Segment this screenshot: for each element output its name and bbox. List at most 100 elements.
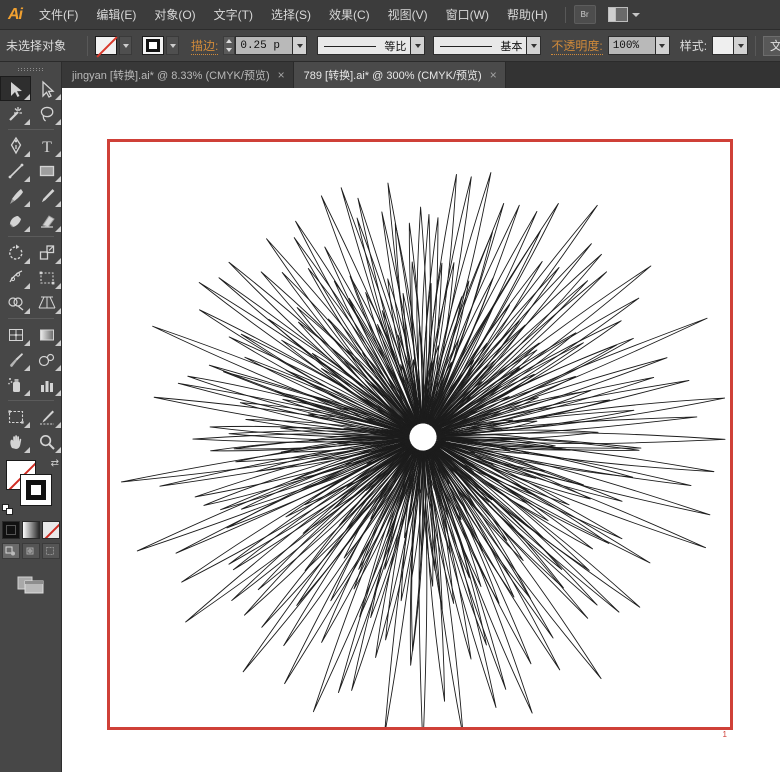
stroke-weight-stepper[interactable] <box>223 36 235 55</box>
width-tool[interactable] <box>0 265 31 290</box>
tool-flyout-indicator-icon[interactable] <box>55 340 61 346</box>
tool-flyout-indicator-icon[interactable] <box>24 340 30 346</box>
opacity-input[interactable]: 100% <box>608 36 656 55</box>
tools-panel-grip[interactable] <box>0 62 61 76</box>
tool-flyout-indicator-icon[interactable] <box>24 422 30 428</box>
scale-tool[interactable] <box>31 240 62 265</box>
eyedropper-tool[interactable] <box>0 347 31 372</box>
gradient-tool[interactable] <box>31 322 62 347</box>
tool-flyout-indicator-icon[interactable] <box>55 201 61 207</box>
magic-wand-tool[interactable] <box>0 101 31 126</box>
menu-select[interactable]: 选择(S) <box>262 0 320 30</box>
tool-flyout-indicator-icon[interactable] <box>55 283 61 289</box>
tool-flyout-indicator-icon[interactable] <box>55 119 61 125</box>
type-tool[interactable]: T <box>31 133 62 158</box>
tool-flyout-indicator-icon[interactable] <box>55 226 61 232</box>
draw-normal-button[interactable] <box>2 543 20 559</box>
column-graph-tool[interactable] <box>31 372 62 397</box>
document-setup-button[interactable]: 文档 <box>763 36 780 56</box>
menu-help[interactable]: 帮助(H) <box>498 0 557 30</box>
menu-object[interactable]: 对象(O) <box>145 0 204 30</box>
close-icon[interactable]: × <box>278 69 285 81</box>
stroke-weight-label[interactable]: 描边: <box>191 37 218 55</box>
menu-view[interactable]: 视图(V) <box>379 0 437 30</box>
fill-swatch-group[interactable] <box>95 36 132 55</box>
variable-width-profile-select[interactable]: 等比 <box>317 36 411 55</box>
tool-stroke-swatch[interactable] <box>20 474 52 506</box>
tool-flyout-indicator-icon[interactable] <box>55 365 61 371</box>
artboard[interactable]: 1 <box>107 139 733 730</box>
color-button[interactable] <box>2 521 20 539</box>
tool-flyout-indicator-icon[interactable] <box>55 447 61 453</box>
fill-swatch[interactable] <box>95 36 117 55</box>
line-segment-tool[interactable] <box>0 158 31 183</box>
menu-window[interactable]: 窗口(W) <box>437 0 498 30</box>
draw-behind-button[interactable] <box>22 543 40 559</box>
paintbrush-tool[interactable] <box>0 183 31 208</box>
lasso-tool[interactable] <box>31 101 62 126</box>
swap-fill-stroke-icon[interactable]: ⇄ <box>51 458 59 469</box>
screen-mode-button[interactable] <box>0 573 61 597</box>
brush-definition-select[interactable]: 基本 <box>433 36 527 55</box>
artboard-tool[interactable] <box>0 404 31 429</box>
tool-flyout-indicator-icon[interactable] <box>24 119 30 125</box>
menu-type[interactable]: 文字(T) <box>205 0 262 30</box>
workspace-switcher[interactable] <box>608 7 640 22</box>
menu-edit[interactable]: 编辑(E) <box>87 0 145 30</box>
graphic-style-swatch[interactable] <box>712 36 734 55</box>
draw-inside-button[interactable] <box>42 543 60 559</box>
rectangle-tool[interactable] <box>31 158 62 183</box>
none-button[interactable] <box>42 521 60 539</box>
gradient-button[interactable] <box>22 521 40 539</box>
rotate-tool[interactable] <box>0 240 31 265</box>
pen-tool[interactable] <box>0 133 31 158</box>
mesh-tool[interactable] <box>0 322 31 347</box>
tool-flyout-indicator-icon[interactable] <box>55 176 61 182</box>
slice-tool[interactable] <box>31 404 62 429</box>
hand-tool[interactable] <box>0 429 31 454</box>
shape-builder-tool[interactable] <box>0 290 31 315</box>
pencil-tool[interactable] <box>31 183 62 208</box>
stroke-weight-input[interactable]: 0.25 p <box>235 36 293 55</box>
menu-file[interactable]: 文件(F) <box>30 0 87 30</box>
tool-flyout-indicator-icon[interactable] <box>55 390 61 396</box>
tool-flyout-indicator-icon[interactable] <box>55 258 61 264</box>
free-transform-tool[interactable] <box>31 265 62 290</box>
tool-flyout-indicator-icon[interactable] <box>55 308 61 314</box>
bridge-button[interactable]: Br <box>574 5 596 24</box>
tool-flyout-indicator-icon[interactable] <box>24 94 30 100</box>
tool-flyout-indicator-icon[interactable] <box>24 447 30 453</box>
menu-effect[interactable]: 效果(C) <box>320 0 379 30</box>
tool-flyout-indicator-icon[interactable] <box>24 365 30 371</box>
blend-tool[interactable] <box>31 347 62 372</box>
tool-flyout-indicator-icon[interactable] <box>55 94 61 100</box>
stroke-swatch[interactable] <box>142 36 164 55</box>
tool-flyout-indicator-icon[interactable] <box>55 151 61 157</box>
tool-flyout-indicator-icon[interactable] <box>24 176 30 182</box>
blob-brush-tool[interactable] <box>0 208 31 233</box>
tool-flyout-indicator-icon[interactable] <box>24 283 30 289</box>
eraser-tool[interactable] <box>31 208 62 233</box>
document-tab[interactable]: 789 [转换].ai* @ 300% (CMYK/预览)× <box>294 62 506 88</box>
stepper-down-icon[interactable] <box>226 48 232 52</box>
selection-tool[interactable] <box>0 76 31 101</box>
tool-flyout-indicator-icon[interactable] <box>24 226 30 232</box>
tool-flyout-indicator-icon[interactable] <box>24 308 30 314</box>
tool-flyout-indicator-icon[interactable] <box>24 258 30 264</box>
direct-selection-tool[interactable] <box>31 76 62 101</box>
stroke-weight-dropdown-icon[interactable] <box>293 36 307 55</box>
stroke-swatch-group[interactable] <box>142 36 179 55</box>
default-fill-stroke-icon[interactable] <box>2 504 14 516</box>
tool-flyout-indicator-icon[interactable] <box>24 390 30 396</box>
variable-width-profile-dropdown-icon[interactable] <box>411 36 425 55</box>
tool-flyout-indicator-icon[interactable] <box>24 151 30 157</box>
tool-flyout-indicator-icon[interactable] <box>55 422 61 428</box>
zoom-tool[interactable] <box>31 429 62 454</box>
perspective-grid-tool[interactable] <box>31 290 62 315</box>
graphic-style-dropdown-icon[interactable] <box>734 36 748 55</box>
fill-stroke-widget[interactable]: ⇄ <box>0 458 62 518</box>
stepper-up-icon[interactable] <box>226 39 232 43</box>
close-icon[interactable]: × <box>490 69 497 81</box>
symbol-sprayer-tool[interactable] <box>0 372 31 397</box>
brush-definition-dropdown-icon[interactable] <box>527 36 541 55</box>
